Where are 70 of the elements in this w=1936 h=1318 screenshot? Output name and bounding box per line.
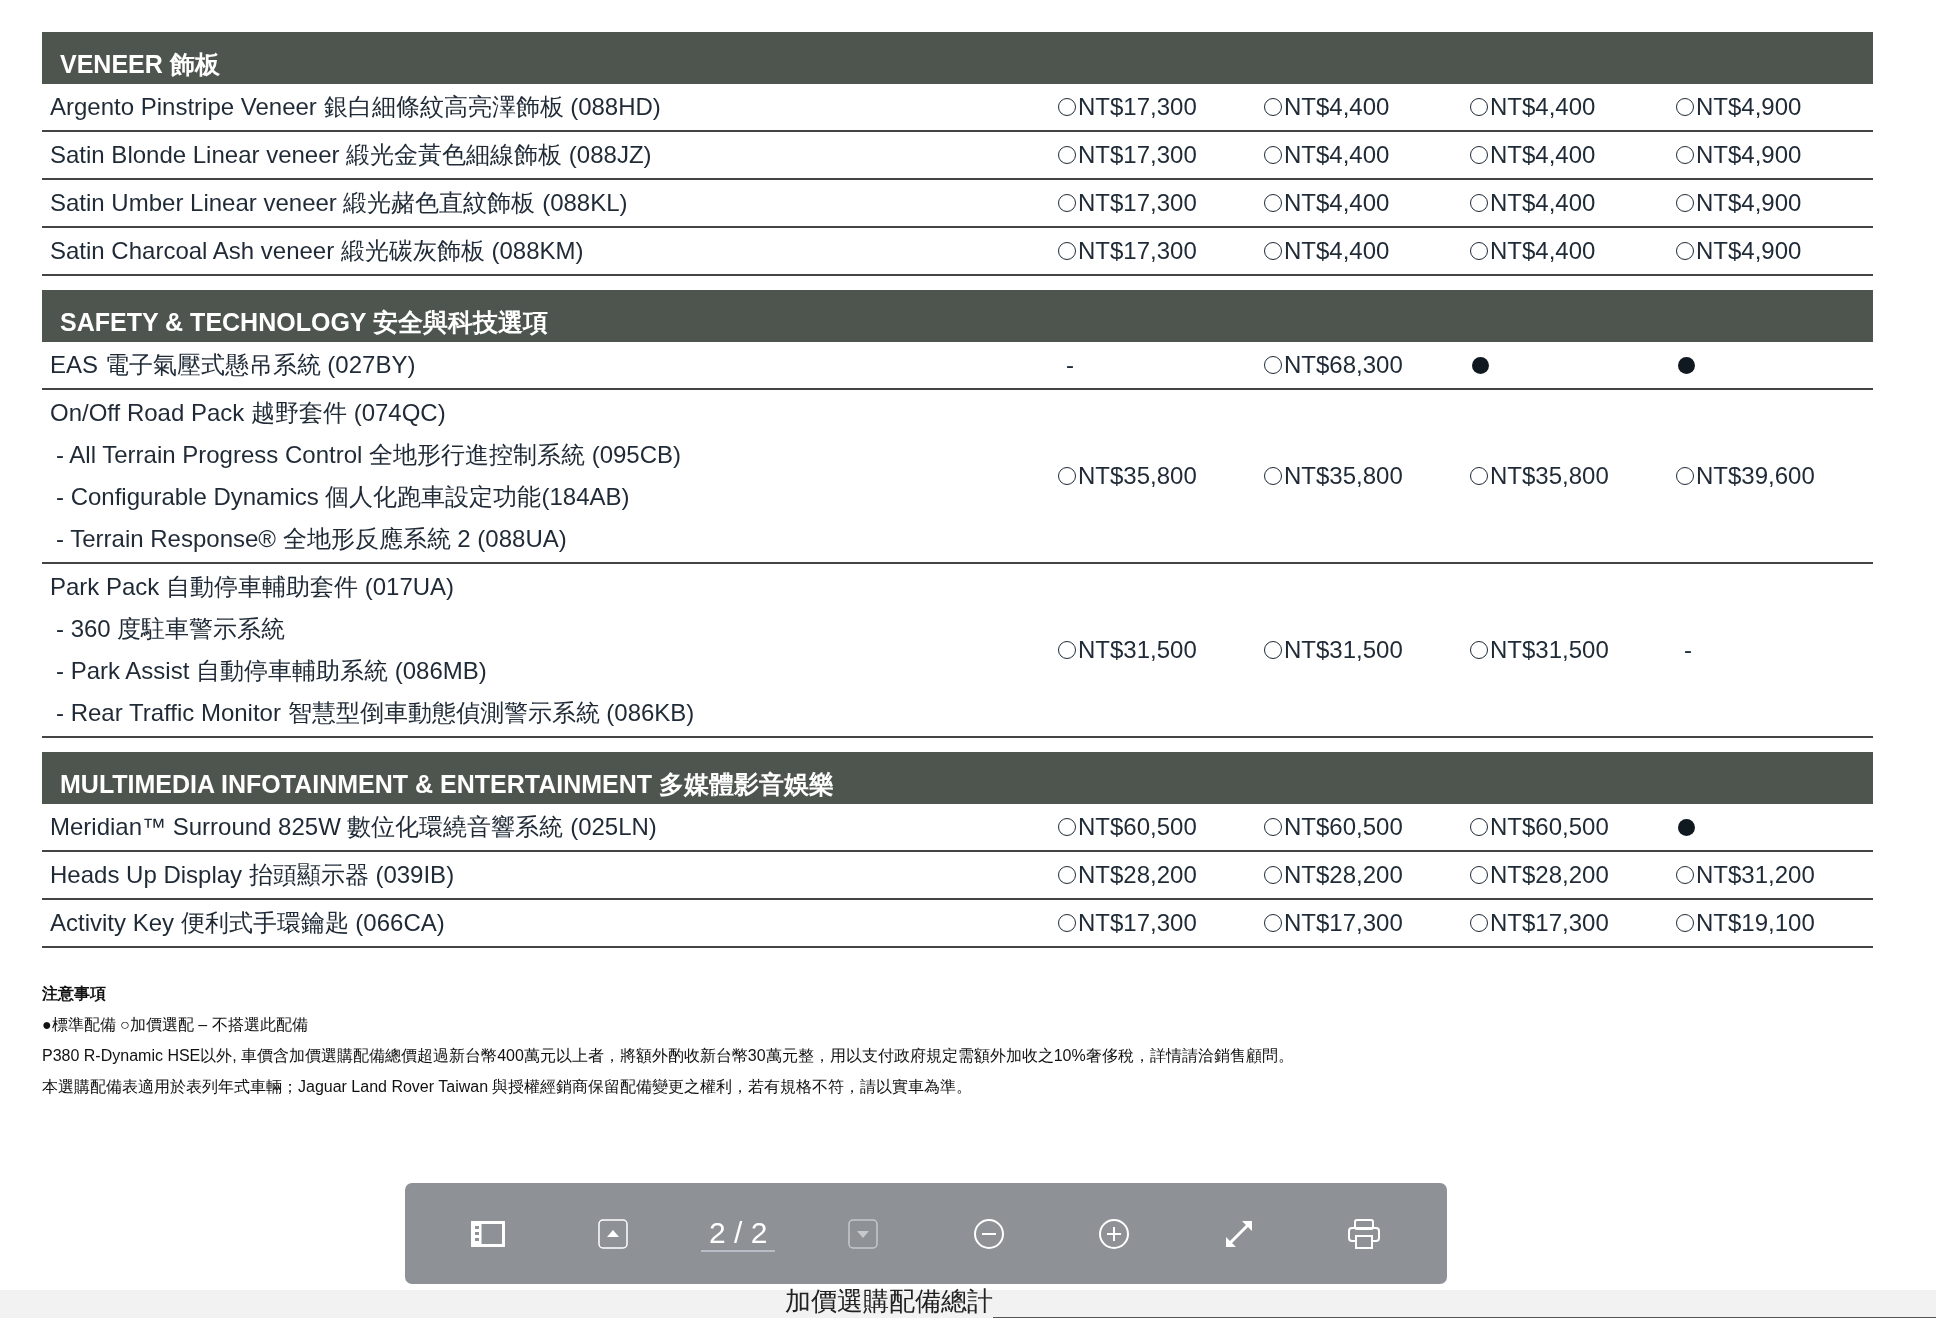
standard-dot-icon bbox=[1678, 356, 1695, 374]
price-text: NT$31,500 bbox=[1284, 636, 1403, 664]
option-label: Park Pack 自動停車輔助套件 (017UA) bbox=[49, 572, 456, 602]
zoom-in-icon[interactable] bbox=[1097, 1217, 1130, 1250]
sub-item-label: - All Terrain Progress Control 全地形行進控制系統 (095CB) bbox=[55, 440, 683, 470]
option-label: Activity Key 便利式手環鑰匙 (066CA) bbox=[49, 908, 446, 938]
notes-heading: 注意事項 bbox=[42, 984, 107, 1004]
price-text: NT$35,800 bbox=[1078, 462, 1197, 490]
price-text: NT$4,400 bbox=[1284, 141, 1390, 169]
price-text: NT$4,400 bbox=[1490, 93, 1596, 121]
price-text: NT$4,400 bbox=[1284, 189, 1390, 217]
standard-dot-icon bbox=[1472, 356, 1489, 374]
price-text: NT$31,200 bbox=[1696, 861, 1815, 889]
note-text: 本選購配備表適用於表列年式車輛；Jaguar Land Rover Taiwan 與授權經銷商保留配備變更之權利，若有規格不符，請以實車為準。 bbox=[42, 1077, 974, 1097]
price-text: NT$31,500 bbox=[1078, 636, 1197, 664]
section-header: MULTIMEDIA INFOTAINMENT & ENTERTAINMENT 多媒體影音娛樂 bbox=[42, 752, 1873, 804]
page-number-field[interactable]: 2 / 2 bbox=[700, 1215, 776, 1252]
not-available-text: - bbox=[1683, 636, 1692, 664]
price-text: NT$4,400 bbox=[1490, 189, 1596, 217]
sub-item-label: - Configurable Dynamics 個人化跑車設定功能(184AB) bbox=[55, 482, 631, 512]
option-label: Meridian™ Surround 825W 數位化環繞音響系統 (025LN) bbox=[49, 812, 658, 842]
note-text: ●標準配備 ○加價選配 – 不搭選此配備 bbox=[42, 1015, 309, 1035]
option-label: On/Off Road Pack 越野套件 (074QC) bbox=[49, 398, 447, 428]
price-text: NT$31,500 bbox=[1490, 636, 1609, 664]
price-text: NT$19,100 bbox=[1696, 909, 1815, 937]
price-text: NT$68,300 bbox=[1284, 351, 1403, 379]
sub-item-label: - 360 度駐車警示系統 bbox=[55, 614, 287, 644]
sub-item-label: - Park Assist 自動停車輔助系統 (086MB) bbox=[55, 656, 488, 686]
option-label: Argento Pinstripe Veneer 銀白細條紋高亮澤飾板 (088HD) bbox=[49, 92, 662, 122]
standard-dot-icon bbox=[1678, 818, 1695, 836]
price-text: NT$60,500 bbox=[1490, 813, 1609, 841]
price-text: NT$17,300 bbox=[1078, 93, 1197, 121]
note-text: P380 R-Dynamic HSE以外, 車價含加價選購配備總價超過新台幣400萬元以上者，將額外酌收新台幣30萬元整，用以支付政府規定需額外加收之10%奢侈稅，詳情請洽銷售顧問。 bbox=[42, 1046, 1295, 1066]
print-icon[interactable] bbox=[1347, 1217, 1382, 1250]
price-text: NT$4,900 bbox=[1696, 189, 1802, 217]
price-text: NT$4,400 bbox=[1490, 237, 1596, 265]
option-label: Satin Blonde Linear veneer 緞光金黃色細線飾板 (088JZ) bbox=[49, 140, 653, 170]
price-text: NT$28,200 bbox=[1490, 861, 1609, 889]
price-text: NT$17,300 bbox=[1078, 141, 1197, 169]
price-text: NT$35,800 bbox=[1284, 462, 1403, 490]
price-text: NT$28,200 bbox=[1078, 861, 1197, 889]
price-text: NT$4,400 bbox=[1490, 141, 1596, 169]
price-text: NT$35,800 bbox=[1490, 462, 1609, 490]
price-text: NT$4,900 bbox=[1696, 141, 1802, 169]
price-text: NT$39,600 bbox=[1696, 462, 1815, 490]
price-text: NT$4,900 bbox=[1696, 93, 1802, 121]
price-text: NT$60,500 bbox=[1078, 813, 1197, 841]
price-text: NT$17,300 bbox=[1078, 189, 1197, 217]
price-text: NT$4,400 bbox=[1284, 93, 1390, 121]
total-label: 加價選購配備總計 bbox=[785, 1286, 993, 1316]
option-label: Heads Up Display 抬頭顯示器 (039IB) bbox=[49, 860, 456, 890]
section-header: VENEER 飾板 bbox=[42, 32, 1873, 84]
price-text: NT$17,300 bbox=[1490, 909, 1609, 937]
price-text: NT$17,300 bbox=[1078, 237, 1197, 265]
option-label: Satin Charcoal Ash veneer 緞光碳灰飾板 (088KM) bbox=[49, 236, 585, 266]
price-text: NT$17,300 bbox=[1078, 909, 1197, 937]
option-label: Satin Umber Linear veneer 緞光赭色直紋飾板 (088KL) bbox=[49, 188, 629, 218]
price-text: NT$60,500 bbox=[1284, 813, 1403, 841]
zoom-out-icon[interactable] bbox=[972, 1217, 1005, 1250]
price-text: NT$4,400 bbox=[1284, 237, 1390, 265]
sidebar-toggle-icon[interactable] bbox=[470, 1220, 505, 1247]
not-available-text: - bbox=[1065, 351, 1074, 379]
previous-page-icon[interactable] bbox=[597, 1218, 628, 1249]
sub-item-label: - Terrain Response® 全地形反應系統 2 (088UA) bbox=[55, 524, 568, 554]
price-text: NT$4,900 bbox=[1696, 237, 1802, 265]
option-label: EAS 電子氣壓式懸吊系統 (027BY) bbox=[49, 350, 417, 380]
price-text: NT$17,300 bbox=[1284, 909, 1403, 937]
section-header: SAFETY & TECHNOLOGY 安全與科技選項 bbox=[42, 290, 1873, 342]
price-text: NT$28,200 bbox=[1284, 861, 1403, 889]
sub-item-label: - Rear Traffic Monitor 智慧型倒車動態偵測警示系統 (086KB) bbox=[55, 698, 696, 728]
